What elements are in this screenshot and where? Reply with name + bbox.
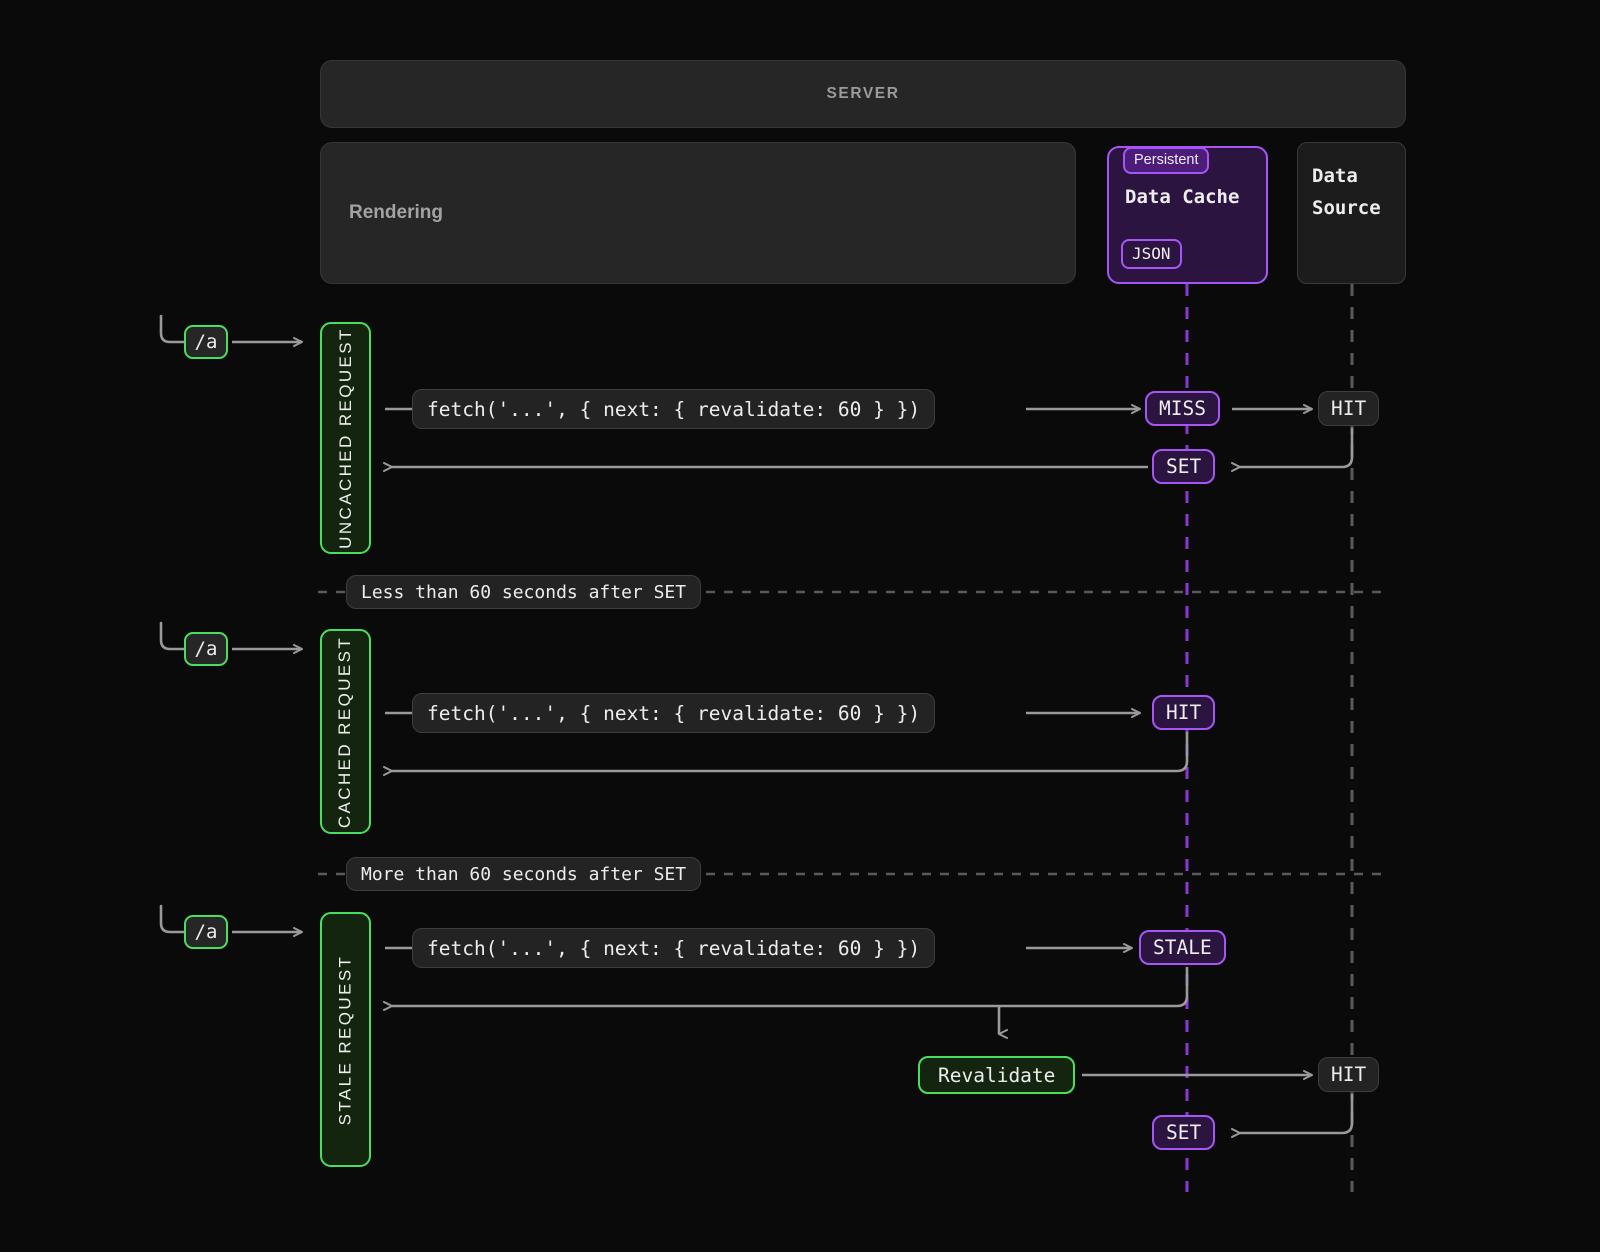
badge-cache-set-1-label: SET	[1166, 455, 1201, 478]
json-tag: JSON	[1121, 239, 1182, 269]
persistent-tag: Persistent	[1123, 147, 1209, 174]
badge-cache-hit-label: HIT	[1166, 701, 1201, 724]
lane-uncached-request-label: UNCACHED REQUEST	[336, 327, 356, 549]
code-pill-uncached-text: fetch('...', { next: { revalidate: 60 } …	[427, 398, 920, 421]
badge-source-hit-1-label: HIT	[1331, 397, 1366, 420]
route-pill-uncached-label: /a	[195, 331, 218, 353]
stale-return	[392, 967, 1187, 1006]
data-cache-title: Data Cache	[1125, 186, 1239, 208]
code-pill-stale: fetch('...', { next: { revalidate: 60 } …	[412, 928, 935, 968]
badge-cache-hit: HIT	[1152, 695, 1215, 730]
route-pill-cached-label: /a	[195, 638, 218, 660]
data-source-line1: Data	[1312, 165, 1358, 187]
badge-source-hit-2-label: HIT	[1331, 1063, 1366, 1086]
server-panel: SERVER	[320, 60, 1406, 128]
code-pill-stale-text: fetch('...', { next: { revalidate: 60 } …	[427, 937, 920, 960]
badge-cache-miss-label: MISS	[1159, 397, 1206, 420]
badge-revalidate: Revalidate	[918, 1056, 1075, 1094]
badge-cache-set-2: SET	[1152, 1115, 1215, 1150]
rendering-panel: Rendering	[320, 142, 1076, 284]
badge-revalidate-label: Revalidate	[938, 1064, 1055, 1087]
diagram-canvas: SERVER Rendering Data Cache Persistent J…	[0, 0, 1600, 1252]
cache-hit-return	[392, 732, 1187, 771]
code-pill-uncached: fetch('...', { next: { revalidate: 60 } …	[412, 389, 935, 429]
source-hit-to-set	[1240, 428, 1352, 467]
data-source-panel: Data Source	[1297, 142, 1406, 284]
lane-uncached-request: UNCACHED REQUEST	[320, 322, 371, 554]
source-hit-to-set-2	[1240, 1094, 1352, 1133]
code-pill-cached: fetch('...', { next: { revalidate: 60 } …	[412, 693, 935, 733]
entry-elbow-3	[161, 906, 184, 932]
route-pill-uncached[interactable]: /a	[184, 325, 228, 359]
lane-cached-request: CACHED REQUEST	[320, 629, 371, 834]
badge-cache-miss: MISS	[1145, 391, 1220, 426]
route-pill-cached[interactable]: /a	[184, 632, 228, 666]
badge-cache-set-1: SET	[1152, 449, 1215, 484]
badge-source-hit-2: HIT	[1318, 1057, 1379, 1092]
badge-source-hit-1: HIT	[1318, 391, 1379, 426]
badge-cache-set-2-label: SET	[1166, 1121, 1201, 1144]
entry-elbow-2	[161, 623, 184, 649]
lane-stale-request: STALE REQUEST	[320, 912, 371, 1167]
entry-elbow-1	[161, 316, 184, 342]
route-pill-stale-label: /a	[195, 921, 218, 943]
server-label: SERVER	[826, 85, 899, 103]
divider-less-than-60: Less than 60 seconds after SET	[346, 575, 701, 609]
badge-cache-stale-label: STALE	[1153, 936, 1212, 959]
divider-less-than-60-label: Less than 60 seconds after SET	[361, 582, 686, 603]
badge-cache-stale: STALE	[1139, 930, 1226, 965]
rendering-label: Rendering	[349, 202, 443, 224]
divider-more-than-60-label: More than 60 seconds after SET	[361, 864, 686, 885]
lane-cached-request-label: CACHED REQUEST	[336, 635, 356, 827]
lane-stale-request-label: STALE REQUEST	[336, 954, 356, 1125]
divider-more-than-60: More than 60 seconds after SET	[346, 857, 701, 891]
route-pill-stale[interactable]: /a	[184, 915, 228, 949]
code-pill-cached-text: fetch('...', { next: { revalidate: 60 } …	[427, 702, 920, 725]
data-source-line2: Source	[1312, 197, 1381, 219]
